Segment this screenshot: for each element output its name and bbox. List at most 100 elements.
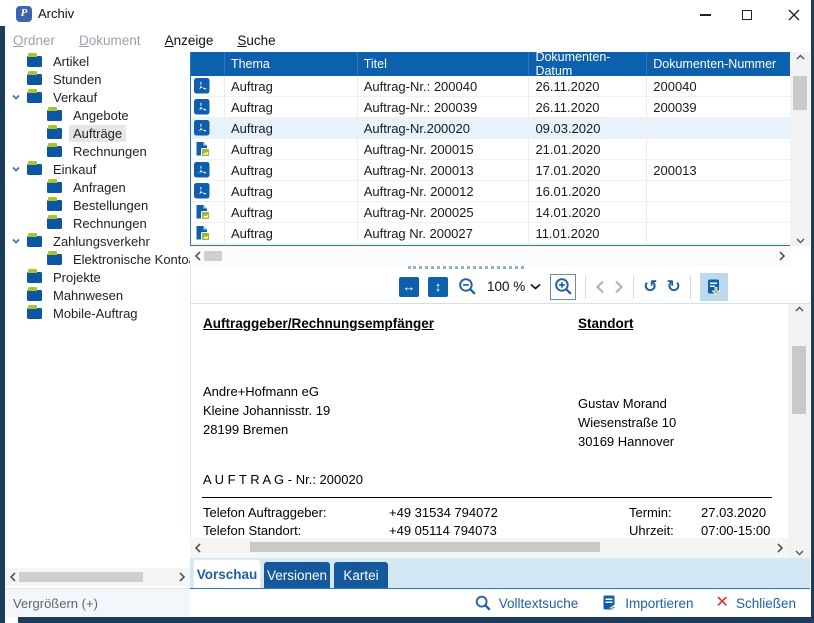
zoom-in-button[interactable] — [550, 274, 576, 300]
folder-icon — [47, 200, 62, 211]
folder-icon — [47, 218, 62, 229]
rotate-left-icon[interactable]: ↺ — [643, 278, 657, 295]
document-preview[interactable]: Auftraggeber/Rechnungsempfänger Standort… — [191, 304, 786, 538]
app-logo-icon: P — [16, 6, 32, 22]
sidebar-item-stunden[interactable]: Stunden — [5, 70, 190, 88]
table-row[interactable]: Auftrag Auftrag-Nr. 200012 16.01.2020 — [191, 181, 790, 202]
table-vertical-scrollbar[interactable] — [790, 52, 810, 246]
table-row[interactable]: Auftrag Auftrag-Nr.: 200039 26.11.2020 2… — [191, 97, 790, 118]
menu-dokument: Dokument — [79, 33, 141, 48]
pdf-icon — [194, 120, 210, 136]
folder-open-icon — [27, 92, 42, 103]
sidebar-item-mobile-auftrag[interactable]: Mobile-Auftrag — [5, 304, 190, 322]
import-label: Importieren — [625, 596, 693, 611]
image-document-icon — [194, 225, 210, 241]
sidebar-item-artikel[interactable]: Artikel — [5, 52, 190, 70]
column-header-datum[interactable]: Dokumenten-Datum — [529, 52, 647, 76]
sidebar-item-einkauf[interactable]: Einkauf — [5, 160, 190, 178]
tab-strip: Vorschau Versionen Kartei — [190, 558, 810, 588]
menu-anzeige[interactable]: Anzeige — [165, 33, 214, 48]
next-page-icon[interactable] — [614, 280, 624, 294]
fit-height-icon: ↕ — [435, 279, 442, 294]
sidebar-item-angebote[interactable]: Angebote — [5, 106, 190, 124]
sidebar-item-bestellungen[interactable]: Bestellungen — [5, 196, 190, 214]
maximize-button[interactable] — [732, 6, 762, 24]
scroll-right-icon[interactable] — [774, 248, 790, 264]
sidebar-item-anfragen[interactable]: Anfragen — [5, 178, 190, 196]
document-table: Thema Titel Dokumenten-Datum Dokumenten-… — [190, 52, 790, 246]
fulltext-search-button[interactable]: Volltextsuche — [474, 594, 579, 612]
menu-bar: Ordner Dokument Anzeige Suche — [5, 28, 811, 52]
table-horizontal-scrollbar[interactable] — [190, 246, 790, 266]
fit-width-button[interactable]: ↔ — [399, 277, 419, 297]
fit-height-button[interactable]: ↕ — [428, 277, 448, 297]
sidebar-item-elektronische-konto[interactable]: Elektronische Kontoau — [5, 250, 190, 268]
doc-right-heading: Standort — [578, 316, 634, 331]
doc-order-number: A U F T R A G - Nr.: 200020 — [203, 472, 363, 487]
sidebar-item-projekte[interactable]: Projekte — [5, 268, 190, 286]
table-row[interactable]: Auftrag Auftrag Nr. 200027 11.01.2020 — [191, 223, 790, 244]
close-button[interactable]: ✕ Schließen — [716, 595, 796, 611]
minimize-button[interactable] — [690, 6, 720, 24]
table-header: Thema Titel Dokumenten-Datum Dokumenten-… — [191, 52, 790, 76]
zoom-in-icon — [553, 276, 574, 297]
folder-tree: Artikel Stunden Verkauf Angebote Aufträg… — [5, 52, 190, 566]
scroll-right-icon[interactable] — [772, 540, 788, 556]
image-document-icon — [194, 141, 210, 157]
scroll-down-icon[interactable] — [796, 238, 805, 244]
zoom-level-dropdown[interactable]: 100 % — [487, 279, 541, 294]
export-document-button[interactable] — [700, 273, 728, 301]
scrollbar-thumb[interactable] — [792, 346, 806, 414]
doc-field-value: +49 31534 794072 — [389, 504, 498, 522]
image-document-icon — [194, 204, 210, 220]
chevron-down-icon[interactable] — [5, 164, 27, 174]
import-button[interactable]: Importieren — [600, 594, 693, 612]
column-header-titel[interactable]: Titel — [358, 52, 530, 76]
preview-toolbar: ↔ ↕ 100 % ↺ ↻ — [191, 270, 810, 304]
scrollbar-thumb[interactable] — [204, 251, 222, 261]
table-row[interactable]: Auftrag Auftrag-Nr. 200013 17.01.2020 20… — [191, 160, 790, 181]
rotate-right-icon[interactable]: ↻ — [667, 278, 681, 295]
import-icon — [600, 594, 618, 612]
close-icon: ✕ — [716, 595, 729, 611]
doc-left-heading: Auftraggeber/Rechnungsempfänger — [203, 316, 434, 331]
chevron-down-icon[interactable] — [5, 92, 27, 102]
preview-vertical-scrollbar[interactable] — [788, 304, 810, 558]
sidebar-item-verkauf[interactable]: Verkauf — [5, 88, 190, 106]
sidebar-item-zahlungsverkehr[interactable]: Zahlungsverkehr — [5, 232, 190, 250]
chevron-down-icon[interactable] — [5, 236, 27, 246]
scrollbar-thumb[interactable] — [19, 572, 143, 582]
scroll-down-icon[interactable] — [795, 550, 804, 556]
menu-suche[interactable]: Suche — [237, 33, 275, 48]
tab-kartei[interactable]: Kartei — [334, 562, 388, 588]
action-bar: Volltextsuche Importieren ✕ Schließen — [190, 588, 810, 617]
table-row[interactable]: Auftrag Auftrag-Nr. 200015 21.01.2020 — [191, 139, 790, 160]
previous-page-icon[interactable] — [595, 280, 605, 294]
scroll-up-icon[interactable] — [795, 306, 804, 312]
zoom-level-value: 100 % — [487, 279, 525, 294]
scroll-right-icon[interactable] — [174, 569, 190, 585]
folder-icon — [27, 308, 42, 319]
column-header-thema[interactable]: Thema — [225, 52, 358, 76]
table-row[interactable]: Auftrag Auftrag-Nr.: 200040 26.11.2020 2… — [191, 76, 790, 97]
sidebar-item-auftraege[interactable]: Aufträge — [5, 124, 190, 142]
pdf-icon — [194, 162, 210, 178]
tab-versionen[interactable]: Versionen — [264, 562, 330, 588]
scroll-left-icon[interactable] — [190, 540, 206, 556]
folder-icon — [47, 110, 62, 121]
sidebar-item-rechnungen-verkauf[interactable]: Rechnungen — [5, 142, 190, 160]
sidebar-item-mahnwesen[interactable]: Mahnwesen — [5, 286, 190, 304]
scrollbar-thumb[interactable] — [793, 76, 807, 110]
column-header-nummer[interactable]: Dokumenten-Nummer — [647, 52, 790, 76]
zoom-out-icon[interactable] — [457, 276, 478, 297]
table-row[interactable]: Auftrag Auftrag-Nr. 200025 14.01.2020 — [191, 202, 790, 223]
close-window-button[interactable] — [779, 6, 809, 24]
sidebar-item-rechnungen-einkauf[interactable]: Rechnungen — [5, 214, 190, 232]
tree-horizontal-scrollbar[interactable] — [5, 568, 190, 586]
title-bar: P Archiv — [5, 0, 811, 28]
tab-vorschau[interactable]: Vorschau — [194, 560, 260, 588]
scrollbar-thumb[interactable] — [250, 542, 600, 552]
scroll-up-icon[interactable] — [796, 54, 805, 60]
preview-horizontal-scrollbar[interactable] — [190, 538, 788, 558]
table-row-selected[interactable]: Auftrag Auftrag-Nr.200020 09.03.2020 — [191, 118, 790, 139]
